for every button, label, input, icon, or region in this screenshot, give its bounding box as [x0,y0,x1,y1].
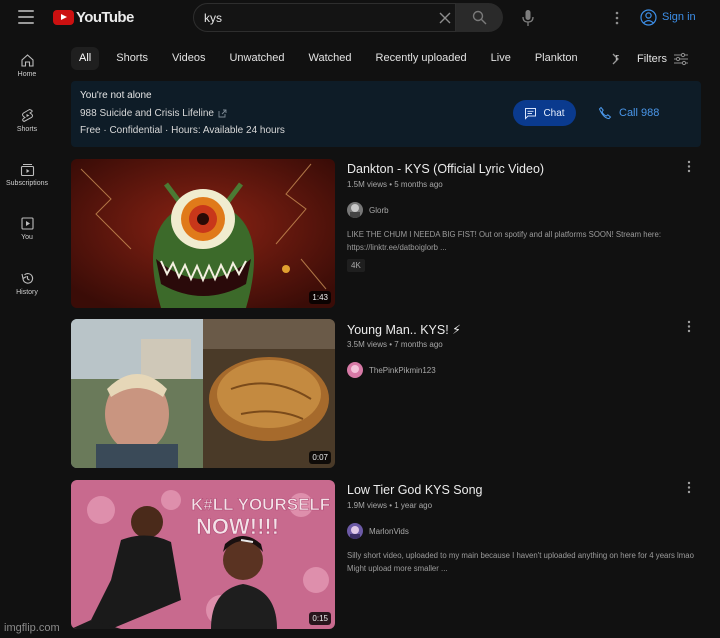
search-button[interactable] [456,3,503,32]
sign-in-button[interactable]: Sign in [640,4,714,30]
sidebar-label: Subscriptions [5,180,49,187]
channel-name: Glorb [369,205,389,215]
channel-name: MarlonVids [369,526,409,536]
video-meta: 1.5M views • 5 months ago [347,180,443,189]
video-result[interactable]: K#LL YOURSELF NOW!!!! 0:15 Low Tier God … [71,480,706,630]
chip-recently-uploaded[interactable]: Recently uploaded [369,47,474,70]
menu-button[interactable] [18,10,34,24]
sidebar-item-subscriptions[interactable]: Subscriptions [0,154,54,196]
sidebar-item-shorts[interactable]: Shorts [0,100,54,142]
filters-label: Filters [637,52,667,65]
you-icon [20,217,34,230]
filter-sliders-icon [673,52,688,65]
home-icon [20,54,34,67]
banner-info: Free · Confidential · Hours: Available 2… [80,125,285,136]
video-title[interactable]: Low Tier God KYS Song [347,483,483,497]
sidebar-item-you[interactable]: You [0,208,54,250]
lifeline-link[interactable]: 988 Suicide and Crisis Lifeline [80,108,227,119]
video-result[interactable]: 1:43 Dankton - KYS (Official Lyric Video… [71,159,706,309]
video-description: LIKE THE CHUM I NEEDA BIG FIST! Out on s… [347,230,661,252]
video-more-button[interactable] [685,480,693,496]
video-thumbnail[interactable]: 0:07 [71,319,335,468]
chips-next-button[interactable] [609,51,621,67]
microphone-icon [522,10,534,26]
more-vertical-icon [687,320,691,333]
call-button[interactable]: Call 988 [594,100,692,126]
chip-live[interactable]: Live [484,47,518,70]
chip-watched[interactable]: Watched [302,47,359,70]
video-more-button[interactable] [685,159,693,175]
shorts-icon [21,108,33,123]
sidebar-label: You [21,234,33,241]
close-icon [439,12,451,24]
chip-shorts[interactable]: Shorts [109,47,155,70]
sidebar-label: Shorts [16,126,38,133]
video-title[interactable]: Young Man.. KYS! ⚡ [347,322,461,337]
thumbnail-image [71,159,335,308]
chat-label: Chat [543,107,565,119]
channel-link[interactable]: ThePinkPikmin123 [347,362,436,378]
search-input[interactable] [204,9,424,27]
top-bar: YouTube Sign in [0,0,720,36]
quality-badge: 4K [347,259,365,272]
chip-all[interactable]: All [71,47,100,70]
filter-chips: All Shorts Videos Unwatched Watched Rece… [71,47,631,70]
chat-button[interactable]: Chat [513,100,576,126]
chip-videos[interactable]: Videos [165,47,212,70]
sidebar-item-home[interactable]: Home [0,45,54,87]
external-link-icon [218,109,227,118]
subscriptions-icon [20,164,34,177]
settings-more-button[interactable] [610,9,624,27]
video-meta: 1.9M views • 1 year ago [347,501,433,510]
video-title[interactable]: Dankton - KYS (Official Lyric Video) [347,162,544,176]
thumbnail-image: K#LL YOURSELF NOW!!!! [71,480,335,629]
channel-avatar[interactable] [347,202,363,218]
more-vertical-icon [687,481,691,494]
video-result[interactable]: 0:07 Young Man.. KYS! ⚡ 3.5M views • 7 m… [71,319,706,469]
logo-text: YouTube [76,9,134,26]
chevron-right-icon [612,53,619,65]
channel-name: ThePinkPikmin123 [369,365,436,375]
chat-icon [525,107,537,120]
video-more-button[interactable] [685,319,693,335]
video-meta: 3.5M views • 7 months ago [347,340,443,349]
thumbnail-image [71,319,335,468]
channel-link[interactable]: Glorb [347,202,389,218]
video-duration: 1:43 [309,291,331,304]
more-vertical-icon [615,11,619,25]
imgflip-watermark: imgflip.com [4,622,60,634]
channel-avatar[interactable] [347,523,363,539]
thumbnail-text-2: NOW!!!! [196,514,279,539]
crisis-banner: You're not alone 988 Suicide and Crisis … [71,81,701,147]
video-duration: 0:15 [309,612,331,625]
channel-link[interactable]: MarlonVids [347,523,409,539]
voice-search-button[interactable] [520,9,536,27]
video-description: Silly short video, uploaded to my main b… [347,551,694,573]
filters-button[interactable]: Filters [637,47,689,70]
search-icon [472,10,487,25]
sign-in-label: Sign in [662,11,696,23]
thumbnail-text-1: K#LL YOURSELF [191,495,330,514]
video-thumbnail[interactable]: 1:43 [71,159,335,308]
sidebar-label: Home [17,71,37,78]
channel-avatar[interactable] [347,362,363,378]
chip-unwatched[interactable]: Unwatched [222,47,291,70]
video-thumbnail[interactable]: K#LL YOURSELF NOW!!!! 0:15 [71,480,335,629]
search-box [193,3,456,32]
youtube-logo[interactable]: YouTube [53,9,134,26]
account-icon [640,8,657,26]
phone-icon [598,106,612,120]
sidebar-label: History [16,289,38,296]
history-icon [20,273,33,284]
video-duration: 0:07 [309,451,331,464]
more-vertical-icon [687,160,691,173]
call-label: Call 988 [619,107,660,119]
sidebar-item-history[interactable]: History [0,263,54,305]
clear-search-button[interactable] [437,10,453,26]
play-logo-icon [53,10,74,25]
lifeline-name: 988 Suicide and Crisis Lifeline [80,108,214,119]
banner-title: You're not alone [80,90,152,101]
menu-icon [18,10,34,12]
